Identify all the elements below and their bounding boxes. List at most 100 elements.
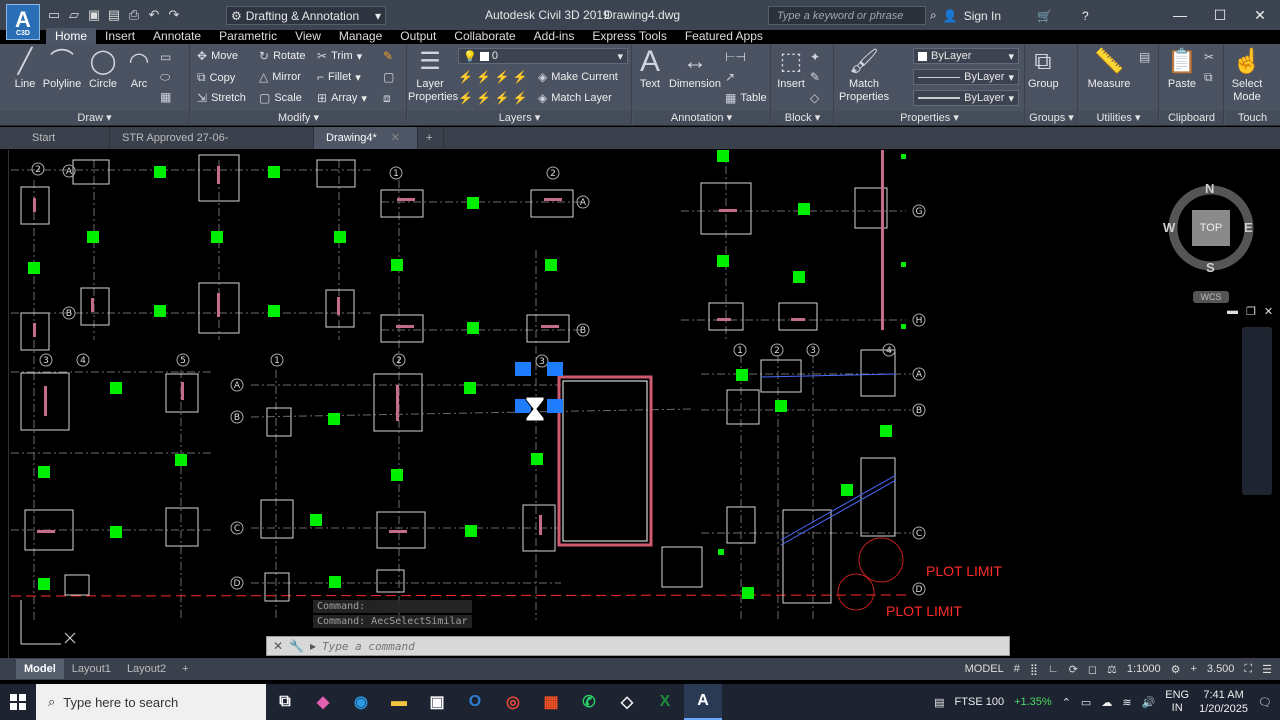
- line-button[interactable]: ╱ Line: [6, 48, 44, 91]
- cut-button[interactable]: ✂: [1204, 50, 1214, 64]
- tab-home[interactable]: Home: [46, 28, 97, 44]
- taskbar-search[interactable]: ⌕ Type here to search: [36, 684, 266, 720]
- tab-collaborate[interactable]: Collaborate: [445, 28, 524, 44]
- hatch-pattern-button[interactable]: ▦: [160, 90, 171, 104]
- arc-button[interactable]: ◠ Arc: [124, 48, 154, 91]
- tab-layout2[interactable]: Layout2: [119, 659, 174, 679]
- leader-button[interactable]: ↗: [725, 70, 735, 84]
- tab-output[interactable]: Output: [391, 28, 445, 44]
- paste-button[interactable]: 📋 Paste: [1166, 48, 1198, 91]
- navigation-bar[interactable]: [1242, 327, 1272, 495]
- hatch-button[interactable]: ⬭: [160, 70, 170, 85]
- fullscreen-icon[interactable]: ⛶: [1244, 663, 1252, 676]
- copy-clip-button[interactable]: ⧉: [1204, 70, 1213, 85]
- store-icon[interactable]: ▣: [418, 684, 456, 720]
- draw-panel-title[interactable]: Draw ▾: [0, 111, 189, 125]
- measure-button[interactable]: 📏 Measure: [1087, 48, 1131, 91]
- drawing-canvas[interactable]: 2 A B 1 2 A B 3 3 4 5 1 2 A B C D G H A: [8, 150, 1272, 658]
- linear-dim-button[interactable]: ⊢⊣: [725, 50, 746, 64]
- wcs-menu[interactable]: WCS: [1193, 291, 1229, 303]
- cart-icon[interactable]: 🛒: [1037, 9, 1052, 23]
- task-view-icon[interactable]: ⧉: [266, 684, 304, 720]
- modify-panel-title[interactable]: Modify ▾: [191, 111, 406, 125]
- binoculars-icon[interactable]: ⌕: [930, 8, 937, 23]
- ortho-icon[interactable]: ∟: [1048, 663, 1059, 675]
- close-icon[interactable]: ✕: [273, 639, 283, 653]
- wrench-icon[interactable]: 🔧: [289, 639, 304, 653]
- restore-viewport-icon[interactable]: ❐: [1246, 305, 1256, 318]
- tab-featured-apps[interactable]: Featured Apps: [676, 28, 772, 44]
- insert-button[interactable]: ⬚ Insert: [774, 48, 808, 91]
- application-menu-button[interactable]: A C3D: [6, 4, 40, 40]
- office-icon[interactable]: ▦: [532, 684, 570, 720]
- dimension-button[interactable]: ↔ Dimension: [667, 48, 723, 91]
- customize-menu-icon[interactable]: ☰: [1262, 663, 1272, 676]
- make-current-button[interactable]: ◈ Make Current: [538, 70, 618, 84]
- chevron-up-icon[interactable]: ⌃: [1062, 696, 1071, 709]
- tab-annotate[interactable]: Annotate: [144, 28, 210, 44]
- table-button[interactable]: ▦ Table: [725, 91, 767, 105]
- save-as-icon[interactable]: ▤: [106, 7, 122, 23]
- whatsapp-icon[interactable]: ✆: [570, 684, 608, 720]
- model-space-toggle[interactable]: MODEL: [965, 663, 1004, 675]
- compass-east[interactable]: E: [1244, 220, 1253, 235]
- attribute-button[interactable]: ◇: [810, 91, 819, 105]
- fillet-button[interactable]: ⌐ Fillet ▾: [317, 70, 361, 84]
- annotation-scale-icon[interactable]: ⚖: [1107, 663, 1117, 676]
- layers-panel-title[interactable]: Layers ▾: [408, 111, 631, 125]
- clock[interactable]: 7:41 AM 1/20/2025: [1199, 688, 1248, 716]
- array-button[interactable]: ⊞ Array ▾: [317, 91, 367, 105]
- save-icon[interactable]: ▣: [86, 7, 102, 23]
- civil3d-icon[interactable]: ◇: [608, 684, 646, 720]
- windows-start-icon[interactable]: [0, 684, 36, 720]
- explode-button[interactable]: ▢: [383, 70, 394, 84]
- group-button[interactable]: ⧉ Group: [1028, 48, 1059, 91]
- maximize-icon[interactable]: ☐: [1200, 0, 1240, 30]
- close-viewport-icon[interactable]: ✕: [1264, 305, 1272, 318]
- command-input[interactable]: [322, 639, 923, 653]
- rectangle-button[interactable]: ▭: [160, 50, 171, 64]
- polar-icon[interactable]: ⟳: [1069, 663, 1078, 676]
- print-icon[interactable]: ⎙: [126, 7, 142, 23]
- grid-icon[interactable]: #: [1014, 663, 1020, 675]
- tab-parametric[interactable]: Parametric: [210, 28, 286, 44]
- copy-button[interactable]: ⧉ Copy: [197, 70, 235, 85]
- minimize-viewport-icon[interactable]: ▬: [1227, 305, 1238, 318]
- outlook-icon[interactable]: O: [456, 684, 494, 720]
- workspace-dropdown[interactable]: ⚙ Drafting & Annotation ▾: [226, 6, 386, 25]
- help-search-input[interactable]: Type a keyword or phrase: [768, 6, 926, 25]
- plus-icon[interactable]: +: [1190, 663, 1196, 675]
- utilities-panel-title[interactable]: Utilities ▾: [1079, 111, 1158, 125]
- add-layout-icon[interactable]: +: [174, 659, 196, 679]
- tab-view[interactable]: View: [286, 28, 330, 44]
- battery-icon[interactable]: ▭: [1081, 696, 1091, 709]
- autocad-taskbar-icon[interactable]: A: [684, 684, 722, 720]
- tab-str-approved[interactable]: STR Approved 27-06-2024_recover*✕: [110, 127, 314, 166]
- precision-value[interactable]: 3.500: [1207, 663, 1235, 675]
- undo-icon[interactable]: ↶: [146, 7, 162, 23]
- tab-insert[interactable]: Insert: [96, 28, 144, 44]
- selected-rectangle[interactable]: [557, 375, 653, 547]
- file-explorer-icon[interactable]: ▬: [380, 684, 418, 720]
- layer-tools-row1[interactable]: ⚡ ⚡ ⚡ ⚡: [458, 70, 528, 84]
- color-dropdown[interactable]: ByLayer ▾: [913, 48, 1019, 64]
- select-mode-button[interactable]: ☝ Select Mode: [1227, 48, 1267, 104]
- cloud-icon[interactable]: ☁: [1101, 696, 1112, 709]
- compass-north[interactable]: N: [1205, 181, 1214, 196]
- new-tab-button[interactable]: +: [418, 127, 444, 149]
- tab-express-tools[interactable]: Express Tools: [583, 28, 675, 44]
- wifi-icon[interactable]: ≋: [1122, 696, 1131, 709]
- compass-south[interactable]: S: [1206, 260, 1215, 275]
- mirror-button[interactable]: △ Mirror: [259, 70, 301, 84]
- tab-drawing4[interactable]: Drawing4* ✕: [314, 127, 418, 149]
- annotation-scale-value[interactable]: 1:1000: [1127, 663, 1161, 675]
- properties-panel-title[interactable]: Properties ▾: [835, 111, 1024, 125]
- tab-add-ins[interactable]: Add-ins: [525, 28, 584, 44]
- notification-icon[interactable]: 🗨: [1258, 696, 1272, 709]
- groups-panel-title[interactable]: Groups ▾: [1026, 111, 1077, 125]
- match-layer-button[interactable]: ◈ Match Layer: [538, 91, 612, 105]
- minimize-icon[interactable]: —: [1160, 0, 1200, 30]
- text-button[interactable]: A Text: [635, 47, 665, 91]
- snap-icon[interactable]: ⣿: [1030, 663, 1038, 676]
- drawing-svg[interactable]: 2 A B 1 2 A B 3 3 4 5 1 2 A B C D G H A: [9, 150, 1272, 658]
